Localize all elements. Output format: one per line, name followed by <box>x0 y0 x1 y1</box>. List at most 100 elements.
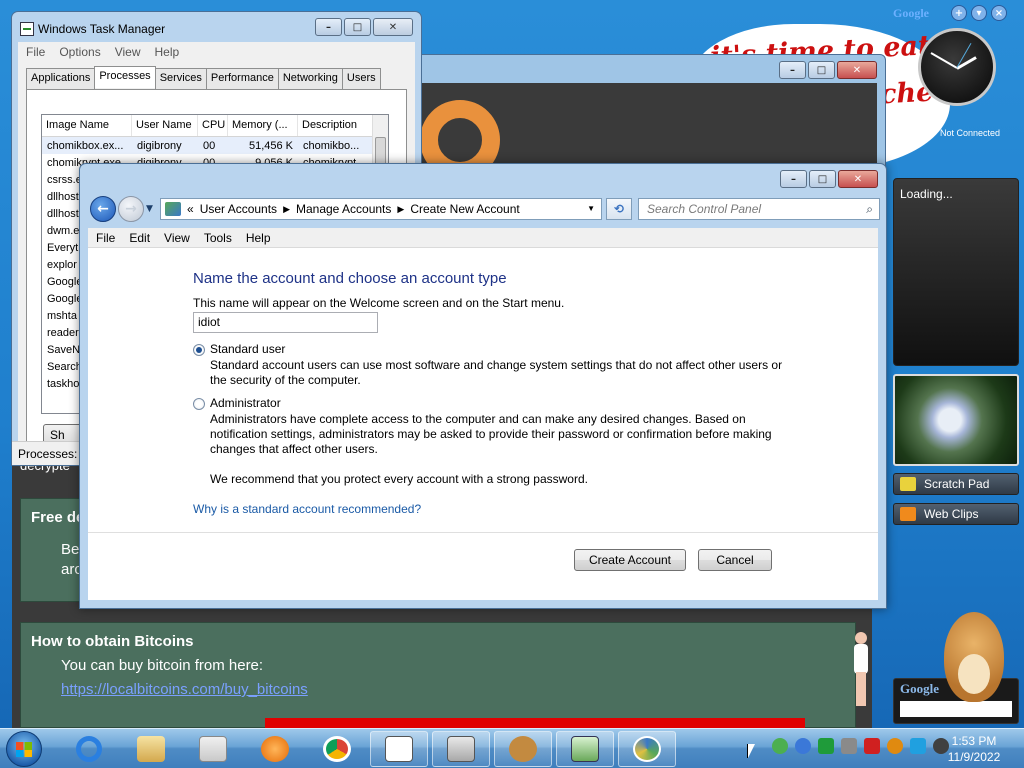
document-icon <box>385 736 413 762</box>
slideshow-gadget[interactable] <box>893 374 1019 466</box>
menu-view[interactable]: View <box>115 45 141 59</box>
system-tray <box>772 738 949 754</box>
tray-app-icon[interactable] <box>772 738 788 754</box>
standard-account-help-link[interactable]: Why is a standard account recommended? <box>193 502 421 516</box>
search-input[interactable]: Search Control Panel ⌕ <box>638 198 880 220</box>
search-icon[interactable]: ⌕ <box>866 202 873 217</box>
tab-users[interactable]: Users <box>341 68 381 90</box>
add-gadget-icon[interactable]: + <box>951 5 967 21</box>
address-bar[interactable]: « User Accounts ▶ Manage Accounts ▶ Crea… <box>160 198 602 220</box>
breadcrumb-prefix[interactable]: « <box>187 202 194 216</box>
taskbar-uc-browser[interactable] <box>246 731 304 767</box>
create-account-window[interactable]: – □ ✕ ← → ▼ « User Accounts ▶ Manage Acc… <box>79 163 887 609</box>
minimize-button[interactable]: – <box>780 170 807 188</box>
account-name-input[interactable]: idiot <box>193 312 378 333</box>
column-header-description[interactable]: Description <box>298 115 380 136</box>
hamster-belly <box>958 654 990 694</box>
menu-options[interactable]: Options <box>59 45 100 59</box>
menu-edit[interactable]: Edit <box>129 231 150 245</box>
google-label: Google <box>893 5 929 20</box>
recent-pages-dropdown-icon[interactable]: ▼ <box>146 204 153 214</box>
column-header-memory[interactable]: Memory (... <box>228 115 298 136</box>
bitcoin-link[interactable]: https://localbitcoins.com/buy_bitcoins <box>61 681 308 698</box>
close-button[interactable]: ✕ <box>838 170 878 188</box>
hamster-icon <box>509 736 537 762</box>
breadcrumb-create-new-account[interactable]: Create New Account <box>410 202 519 216</box>
divider <box>88 532 878 533</box>
create-account-button[interactable]: Create Account <box>574 549 686 571</box>
menu-view[interactable]: View <box>164 231 190 245</box>
maximize-button[interactable]: □ <box>808 61 835 79</box>
tab-applications[interactable]: Applications <box>26 68 96 90</box>
maximize-button[interactable]: □ <box>809 170 836 188</box>
standard-user-label[interactable]: Standard user <box>210 342 285 356</box>
google-search-input[interactable] <box>900 701 1012 717</box>
column-header-cpu[interactable]: CPU <box>198 115 228 136</box>
gadget-close-icon[interactable]: × <box>991 5 1007 21</box>
table-row[interactable]: chomikbox.ex... digibrony 00 51,456 K chomik… <box>42 137 388 154</box>
forward-button[interactable]: → <box>118 196 144 222</box>
info-panel: Free de Be arc <box>20 498 86 602</box>
menu-help[interactable]: Help <box>246 231 271 245</box>
minimize-button[interactable]: – <box>315 18 342 36</box>
taskbar-task-manager[interactable] <box>556 731 614 767</box>
tray-app-icon[interactable] <box>818 738 834 754</box>
breadcrumb-separator-icon[interactable]: ▶ <box>283 204 290 215</box>
gadget-menu-icon[interactable]: ▾ <box>971 5 987 21</box>
taskbar-clock[interactable]: 1:53 PM 11/9/2022 <box>944 733 1004 765</box>
scratch-pad-gadget[interactable]: Scratch Pad <box>893 473 1019 495</box>
tab-processes[interactable]: Processes <box>94 66 156 88</box>
taskbar-control-panel[interactable] <box>618 731 676 767</box>
breadcrumb-user-accounts[interactable]: User Accounts <box>200 202 277 216</box>
table-cell: chomikbo... <box>303 139 360 152</box>
tray-antivirus-icon[interactable] <box>864 738 880 754</box>
column-header-user-name[interactable]: User Name <box>132 115 198 136</box>
taskbar-internet-explorer[interactable] <box>60 731 118 767</box>
menu-tools[interactable]: Tools <box>204 231 232 245</box>
tray-display-icon[interactable] <box>910 738 926 754</box>
taskbar-explorer[interactable] <box>122 731 180 767</box>
search-placeholder: Search Control Panel <box>647 202 762 216</box>
menu-file[interactable]: File <box>26 45 45 59</box>
minimize-button[interactable]: – <box>779 61 806 79</box>
address-dropdown-icon[interactable]: ▼ <box>587 204 595 213</box>
feed-gadget[interactable]: Loading... <box>893 178 1019 366</box>
breadcrumb-separator-icon[interactable]: ▶ <box>397 204 404 215</box>
tray-search-icon[interactable] <box>887 738 903 754</box>
menu-help[interactable]: Help <box>155 45 180 59</box>
clock-date: 11/9/2022 <box>947 750 1001 764</box>
taskbar-document[interactable] <box>370 731 428 767</box>
minute-hand <box>930 52 958 69</box>
administrator-label[interactable]: Administrator <box>210 396 281 410</box>
web-clips-gadget[interactable]: Web Clips <box>893 503 1019 525</box>
table-cell: 00 <box>203 139 216 152</box>
maximize-button[interactable]: □ <box>344 18 371 36</box>
tab-performance[interactable]: Performance <box>205 68 279 90</box>
close-button[interactable]: ✕ <box>837 61 877 79</box>
task-manager-icon <box>20 22 34 36</box>
taskbar-media-player[interactable] <box>184 731 242 767</box>
window-controls: – □ ✕ <box>779 61 877 79</box>
back-button[interactable]: ← <box>90 196 116 222</box>
panel-title: Free de <box>31 509 85 526</box>
column-header-image-name[interactable]: Image Name <box>42 115 132 136</box>
breadcrumb-manage-accounts[interactable]: Manage Accounts <box>296 202 391 216</box>
standard-user-radio[interactable] <box>193 344 205 356</box>
clock-gadget[interactable] <box>918 28 996 106</box>
menu-file[interactable]: File <box>96 231 115 245</box>
taskbar-chrome[interactable] <box>308 731 366 767</box>
start-button[interactable] <box>6 731 42 767</box>
taskbar-task-app[interactable] <box>432 731 490 767</box>
close-button[interactable]: ✕ <box>373 18 413 36</box>
tab-networking[interactable]: Networking <box>277 68 343 90</box>
tab-strip: Applications Processes Services Performa… <box>26 66 381 90</box>
tab-services[interactable]: Services <box>154 68 207 90</box>
cancel-button[interactable]: Cancel <box>698 549 772 571</box>
administrator-radio[interactable] <box>193 398 205 410</box>
taskbar-hamster[interactable] <box>494 731 552 767</box>
tray-network-icon[interactable] <box>841 738 857 754</box>
refresh-button[interactable]: ⟲ <box>606 198 632 220</box>
window-controls: – □ ✕ <box>780 170 878 188</box>
tray-app-icon[interactable] <box>795 738 811 754</box>
mouse-cursor-icon <box>747 744 755 758</box>
